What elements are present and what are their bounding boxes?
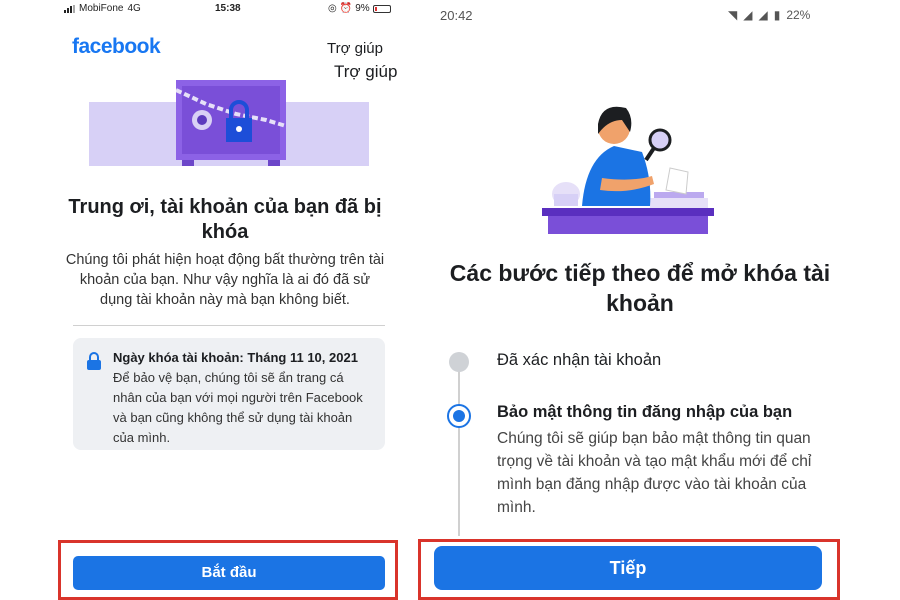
locked-description: Chúng tôi phát hiện hoạt động bất thường… (65, 252, 385, 308)
next-button[interactable]: Tiếp (434, 546, 822, 590)
status-bar-time-right: 20:42 (440, 8, 473, 23)
step-active-icon (447, 404, 471, 428)
signal-icon: ◢ (758, 8, 768, 22)
step-done-icon (449, 352, 469, 372)
alarm-icon: ⏰ (339, 3, 353, 14)
status-bar-time: 15:38 (215, 3, 241, 14)
battery-icon: ▮ (773, 8, 781, 22)
signal-icon (64, 4, 75, 13)
steps-timeline (458, 368, 460, 536)
status-bar-carrier: MobiFone 4G (64, 3, 141, 14)
step-2-label: Bảo mật thông tin đăng nhập của bạn (497, 403, 793, 421)
lock-info-card: Ngày khóa tài khoản: Tháng 11 10, 2021 Đ… (73, 338, 385, 450)
lock-rotation-icon: ◎ (328, 3, 337, 14)
start-button[interactable]: Bắt đầu (73, 556, 385, 590)
lock-icon (87, 352, 101, 370)
step-1-label: Đã xác nhận tài khoản (497, 351, 662, 369)
carrier-name: MobiFone (79, 3, 124, 14)
lock-info-text: Để bảo vệ bạn, chúng tôi sẽ ẩn trang cá … (113, 370, 363, 445)
facebook-logo: facebook (72, 35, 161, 58)
wifi-icon: ◥ (728, 8, 738, 22)
step-2-description: Chúng tôi sẽ giúp bạn bảo mật thông tin … (497, 430, 812, 516)
divider (73, 325, 385, 326)
lock-date: Ngày khóa tài khoản: Tháng 11 10, 2021 (113, 350, 358, 365)
next-steps-title: Các bước tiếp theo để mở khóa tài khoản (449, 260, 831, 316)
help-link[interactable]: Trợ giúp (327, 40, 383, 57)
locked-safe-icon (176, 80, 286, 166)
battery-icon (372, 4, 391, 13)
status-bar-right-icons: ◥ ◢ ◢ ▮ 22% (728, 8, 810, 22)
battery-percent-right: 22% (786, 8, 811, 22)
help-link-right[interactable]: Trợ giúp (334, 62, 397, 82)
status-bar-right: ◎ ⏰ 9% (328, 3, 391, 14)
signal-icon: ◢ (743, 8, 753, 22)
battery-percent: 9% (355, 3, 370, 14)
locked-title: Trung ơi, tài khoản của bạn đã bị khóa (68, 196, 382, 243)
network-type: 4G (127, 3, 141, 14)
woman-with-magnifier-illustration (542, 106, 714, 234)
